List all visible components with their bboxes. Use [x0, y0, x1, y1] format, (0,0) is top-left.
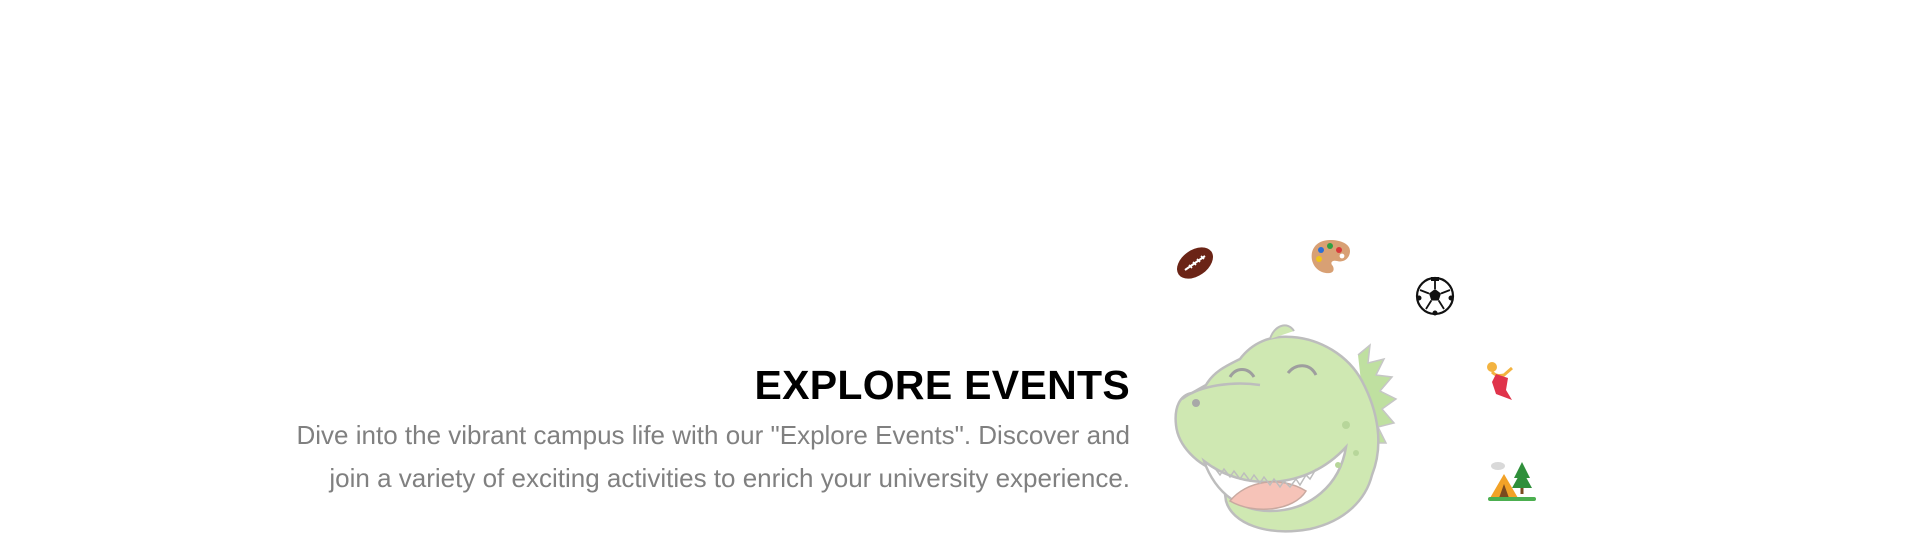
football-icon	[1174, 242, 1216, 284]
explore-events-hero: EXPLORE EVENTS Dive into the vibrant cam…	[0, 0, 1920, 558]
soccer-ball-icon	[1415, 276, 1455, 316]
art-palette-icon	[1308, 238, 1352, 276]
camping-tent-icon	[1488, 458, 1536, 502]
hero-description-line-2: join a variety of exciting activities to…	[329, 463, 1130, 493]
dinosaur-mascot-icon	[1170, 315, 1430, 545]
hero-text: EXPLORE EVENTS Dive into the vibrant cam…	[130, 360, 1131, 500]
hero-description-line-1: Dive into the vibrant campus life with o…	[296, 420, 1131, 450]
hero-description: Dive into the vibrant campus life with o…	[130, 414, 1131, 500]
page-title: EXPLORE EVENTS	[754, 362, 1130, 408]
mascot-illustration	[1170, 230, 1550, 540]
dancer-icon	[1482, 360, 1522, 402]
